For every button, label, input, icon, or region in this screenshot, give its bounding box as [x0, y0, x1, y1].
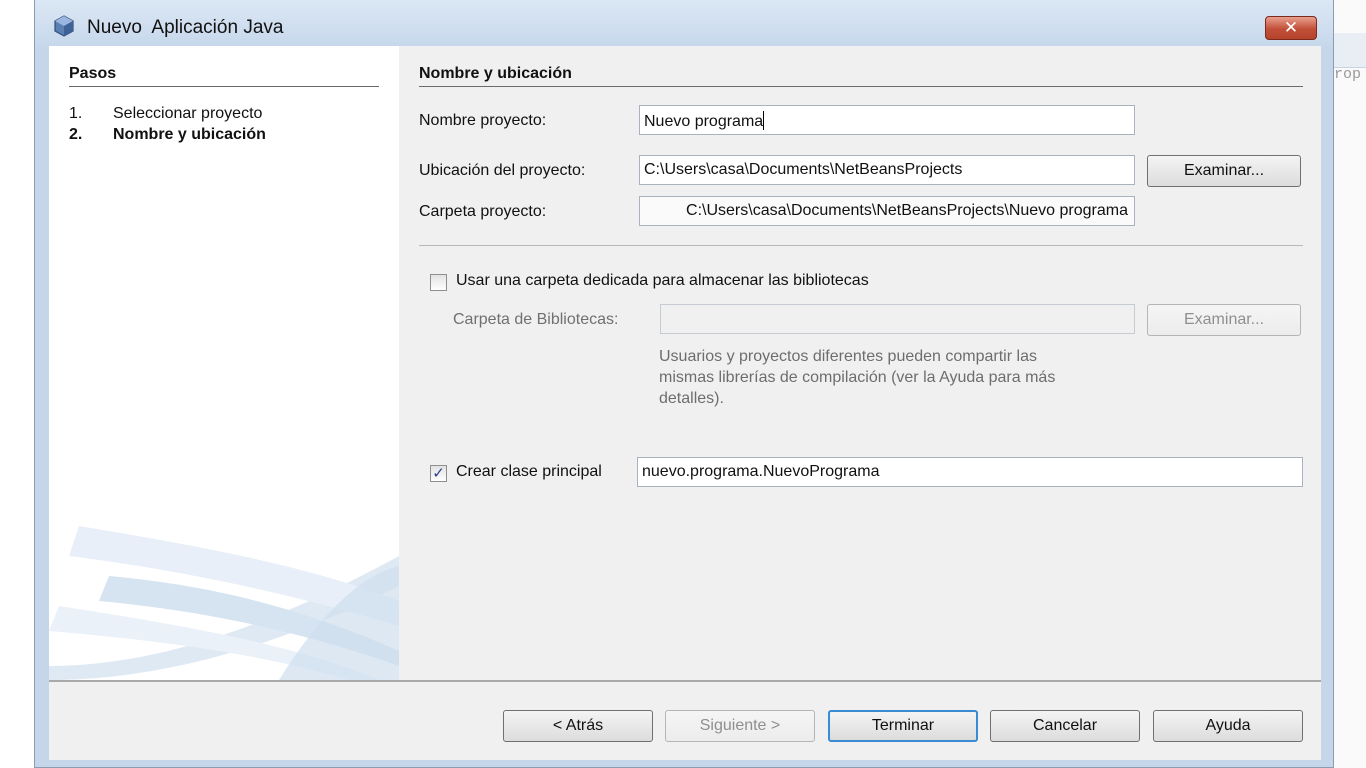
hint-line: mismas librerías de compilación (ver la … — [659, 369, 1056, 386]
dedicated-folder-label[interactable]: Usar una carpeta dedicada para almacenar… — [456, 272, 869, 290]
decorative-swoosh-graphic — [49, 526, 399, 680]
project-folder-input[interactable]: C:\Users\casa\Documents\NetBeansProjects… — [639, 196, 1135, 226]
hint-line: Usuarios y proyectos diferentes pueden c… — [659, 348, 1037, 365]
background-ide: rop — [1330, 0, 1366, 768]
checkmark-icon: ✓ — [432, 465, 445, 482]
new-project-dialog: Nuevo Aplicación Java ✕ Pasos 1. Seleccio… — [34, 0, 1334, 768]
project-folder-value: C:\Users\casa\Documents\NetBeansProjects… — [686, 202, 1128, 219]
step-label: Nombre y ubicación — [113, 126, 266, 143]
project-name-value: Nuevo programa — [644, 113, 764, 130]
project-name-label: Nombre proyecto: — [419, 112, 547, 129]
back-button[interactable]: < Atrás — [503, 710, 653, 742]
window-title: Nuevo Aplicación Java — [87, 17, 284, 38]
main-class-checkbox[interactable]: ✓ — [430, 465, 447, 482]
step-label: Seleccionar proyecto — [113, 105, 263, 122]
form-separator — [419, 245, 1303, 246]
close-button[interactable]: ✕ — [1265, 16, 1317, 40]
background-editor-text: rop — [1334, 66, 1362, 83]
main-class-input[interactable]: nuevo.programa.NuevoPrograma — [637, 457, 1303, 487]
title-bar[interactable]: Nuevo Aplicación Java ✕ — [35, 0, 1333, 46]
libraries-folder-input[interactable] — [660, 304, 1135, 334]
netbeans-cube-icon — [54, 15, 74, 37]
main-class-label[interactable]: Crear clase principal — [456, 463, 602, 481]
project-name-input[interactable]: Nuevo programa — [639, 105, 1135, 135]
step-number: 2. — [69, 126, 83, 143]
browse-libraries-button[interactable]: Examinar... — [1147, 304, 1301, 336]
step-item: 1. Seleccionar proyecto — [69, 105, 262, 123]
libraries-hint: Usuarios y proyectos diferentes pueden c… — [659, 346, 1139, 409]
dedicated-folder-checkbox[interactable] — [430, 274, 447, 291]
steps-divider — [69, 86, 379, 87]
section-divider — [419, 86, 1303, 87]
project-folder-label: Carpeta proyecto: — [419, 203, 547, 220]
step-number: 1. — [69, 105, 83, 122]
project-location-input[interactable]: C:\Users\casa\Documents\NetBeansProjects — [639, 155, 1135, 185]
project-location-label: Ubicación del proyecto: — [419, 162, 586, 179]
dialog-body: Pasos 1. Seleccionar proyecto 2. Nombre y … — [49, 46, 1321, 760]
background-toolbar — [1330, 33, 1366, 68]
section-heading: Nombre y ubicación — [419, 65, 572, 82]
browse-location-button[interactable]: Examinar... — [1147, 155, 1301, 187]
steps-panel: Pasos 1. Seleccionar proyecto 2. Nombre y … — [49, 46, 399, 680]
hint-line: detalles). — [659, 390, 724, 407]
steps-heading: Pasos — [69, 65, 117, 82]
next-button[interactable]: Siguiente > — [665, 710, 815, 742]
text-cursor — [763, 111, 765, 130]
step-item-current: 2. Nombre y ubicación — [69, 126, 266, 144]
finish-button[interactable]: Terminar — [828, 710, 978, 742]
libraries-folder-label: Carpeta de Bibliotecas: — [453, 311, 619, 328]
help-button[interactable]: Ayuda — [1153, 710, 1303, 742]
footer-separator — [49, 680, 1321, 682]
cancel-button[interactable]: Cancelar — [990, 710, 1140, 742]
